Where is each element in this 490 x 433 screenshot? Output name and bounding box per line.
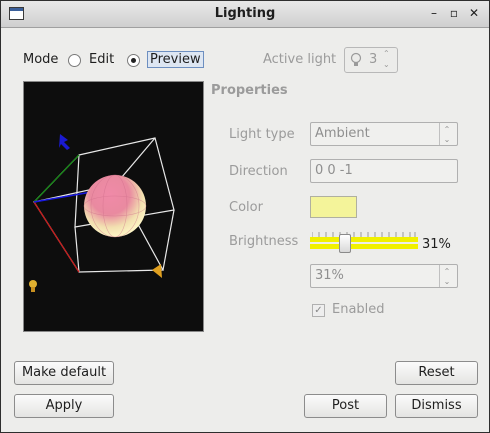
dismiss-button[interactable]: Dismiss xyxy=(395,394,478,418)
mode-preview-radio[interactable] xyxy=(127,54,140,67)
x-axis xyxy=(33,201,80,273)
brightness-spinbox-value: 31% xyxy=(315,268,344,283)
active-light-spinner[interactable]: 3 ⌃ ⌄ xyxy=(344,47,398,73)
brightness-percent: 31% xyxy=(422,237,451,252)
spinner-arrows-icon[interactable]: ⌃ ⌄ xyxy=(383,48,390,70)
preview-sphere xyxy=(84,175,146,237)
lighting-dialog: Lighting – ▫ ✕ Mode Edit Preview Active … xyxy=(0,0,490,433)
light-type-select[interactable]: Ambient ⌃ ⌄ xyxy=(310,122,458,146)
light-type-label: Light type xyxy=(229,127,295,142)
light-type-value: Ambient xyxy=(315,126,370,141)
select-arrows-icon[interactable]: ⌃ ⌄ xyxy=(439,123,454,145)
mode-edit-label[interactable]: Edit xyxy=(89,52,114,67)
preview-canvas[interactable] xyxy=(23,81,204,332)
enabled-label: Enabled xyxy=(332,302,385,317)
bulb-light-icon[interactable] xyxy=(29,280,37,292)
mode-label: Mode xyxy=(23,52,59,67)
preview-scene xyxy=(29,134,175,292)
direction-label: Direction xyxy=(229,164,288,179)
reset-button[interactable]: Reset xyxy=(395,361,478,385)
spot-light-icon[interactable] xyxy=(152,264,162,278)
window-title: Lighting xyxy=(214,6,276,21)
active-light-label: Active light xyxy=(263,52,337,67)
minimize-icon[interactable]: – xyxy=(425,4,443,22)
brightness-slider-track[interactable] xyxy=(310,237,418,250)
properties-heading: Properties xyxy=(211,83,288,98)
title-bar[interactable]: Lighting – ▫ ✕ xyxy=(1,1,489,28)
mode-edit-radio[interactable] xyxy=(68,54,81,67)
brightness-spinbox[interactable]: 31% ⌃ ⌄ xyxy=(310,264,458,288)
color-label: Color xyxy=(229,200,263,215)
direction-light-icon[interactable] xyxy=(59,134,70,150)
post-button[interactable]: Post xyxy=(304,394,387,418)
bulb-icon xyxy=(350,52,362,66)
brightness-slider-handle[interactable] xyxy=(339,234,351,253)
direction-input[interactable]: 0 0 -1 xyxy=(310,159,458,183)
make-default-button[interactable]: Make default xyxy=(14,361,114,385)
active-light-value: 3 xyxy=(369,52,378,67)
enabled-checkbox[interactable]: ✓ xyxy=(312,304,325,317)
color-swatch-button[interactable] xyxy=(310,196,357,218)
close-icon[interactable]: ✕ xyxy=(465,4,483,22)
apply-button[interactable]: Apply xyxy=(14,394,114,418)
brightness-label: Brightness xyxy=(229,234,299,249)
maximize-icon[interactable]: ▫ xyxy=(445,4,463,22)
spinbox-arrows-icon[interactable]: ⌃ ⌄ xyxy=(439,265,454,287)
mode-preview-label[interactable]: Preview xyxy=(147,51,204,68)
